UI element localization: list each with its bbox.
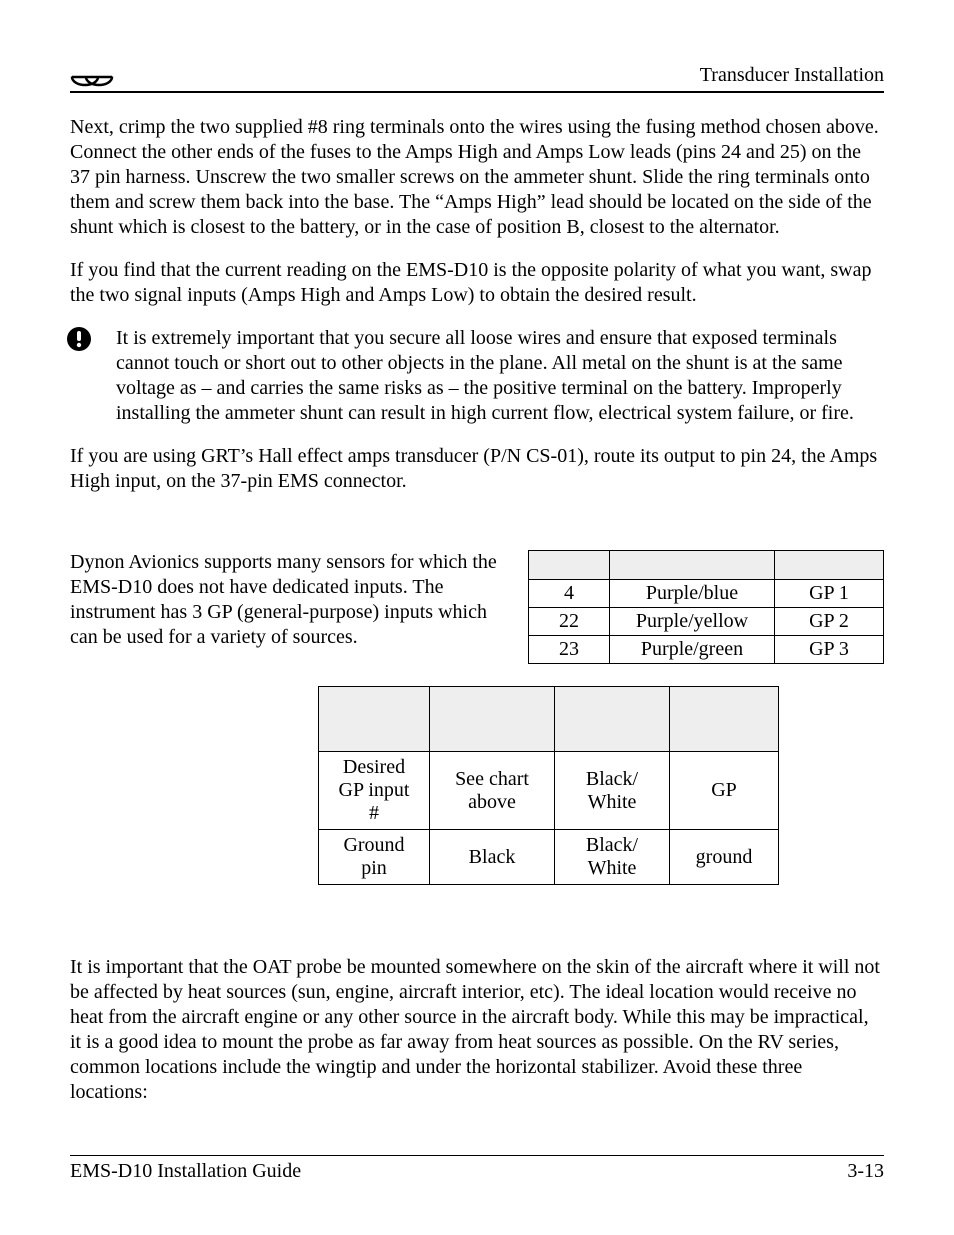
spacer — [70, 915, 884, 955]
footer-page-number: 3-13 — [847, 1160, 884, 1183]
table-header-row — [529, 551, 884, 580]
table-header — [319, 687, 430, 752]
paragraph: Dynon Avionics supports many sensors for… — [70, 550, 504, 650]
cell: Ground pin — [319, 830, 430, 885]
page: Transducer Installation Next, crimp the … — [0, 0, 954, 1235]
cell: Black/ White — [555, 752, 670, 830]
gp-inputs-row: Dynon Avionics supports many sensors for… — [70, 550, 884, 664]
cell: Purple/green — [610, 636, 775, 664]
cell: 4 — [529, 580, 610, 608]
table-header — [529, 551, 610, 580]
table-header — [555, 687, 670, 752]
cell: GP 2 — [775, 608, 884, 636]
spacer — [70, 512, 884, 546]
cell: Purple/yellow — [610, 608, 775, 636]
page-header: Transducer Installation — [70, 64, 884, 93]
table-row: 22 Purple/yellow GP 2 — [529, 608, 884, 636]
gp-wire-table-wrap: Desired GP input # See chart above Black… — [70, 686, 779, 885]
footer-doc-title: EMS-D10 Installation Guide — [70, 1160, 301, 1183]
table-row: Ground pin Black Black/ White ground — [319, 830, 779, 885]
cell: 22 — [529, 608, 610, 636]
cell: Black — [430, 830, 555, 885]
cell: GP 1 — [775, 580, 884, 608]
cell: Desired GP input # — [319, 752, 430, 830]
table-row: 23 Purple/green GP 3 — [529, 636, 884, 664]
gp-pin-table-wrap: 4 Purple/blue GP 1 22 Purple/yellow GP 2… — [528, 550, 884, 664]
paragraph: If you are using GRT’s Hall effect amps … — [70, 444, 884, 494]
caution-note: It is extremely important that you secur… — [70, 326, 884, 426]
table-header — [610, 551, 775, 580]
cell: ground — [670, 830, 779, 885]
cell: 23 — [529, 636, 610, 664]
table-header-row — [319, 687, 779, 752]
table-header — [670, 687, 779, 752]
page-footer: EMS-D10 Installation Guide 3-13 — [70, 1155, 884, 1183]
paragraph: Next, crimp the two supplied #8 ring ter… — [70, 115, 884, 240]
cell: GP — [670, 752, 779, 830]
paragraph: If you find that the current reading on … — [70, 258, 884, 308]
dynon-logo-icon — [70, 67, 114, 87]
table-row: Desired GP input # See chart above Black… — [319, 752, 779, 830]
caution-text: It is extremely important that you secur… — [112, 326, 884, 426]
table-header — [775, 551, 884, 580]
paragraph: It is important that the OAT probe be mo… — [70, 955, 884, 1105]
table-row: 4 Purple/blue GP 1 — [529, 580, 884, 608]
caution-icon — [66, 326, 112, 352]
cell: GP 3 — [775, 636, 884, 664]
table-header — [430, 687, 555, 752]
cell: Black/ White — [555, 830, 670, 885]
header-section-title: Transducer Installation — [700, 64, 884, 87]
cell: Purple/blue — [610, 580, 775, 608]
gp-wire-table: Desired GP input # See chart above Black… — [318, 686, 779, 885]
cell: See chart above — [430, 752, 555, 830]
gp-pin-table: 4 Purple/blue GP 1 22 Purple/yellow GP 2… — [528, 550, 884, 664]
